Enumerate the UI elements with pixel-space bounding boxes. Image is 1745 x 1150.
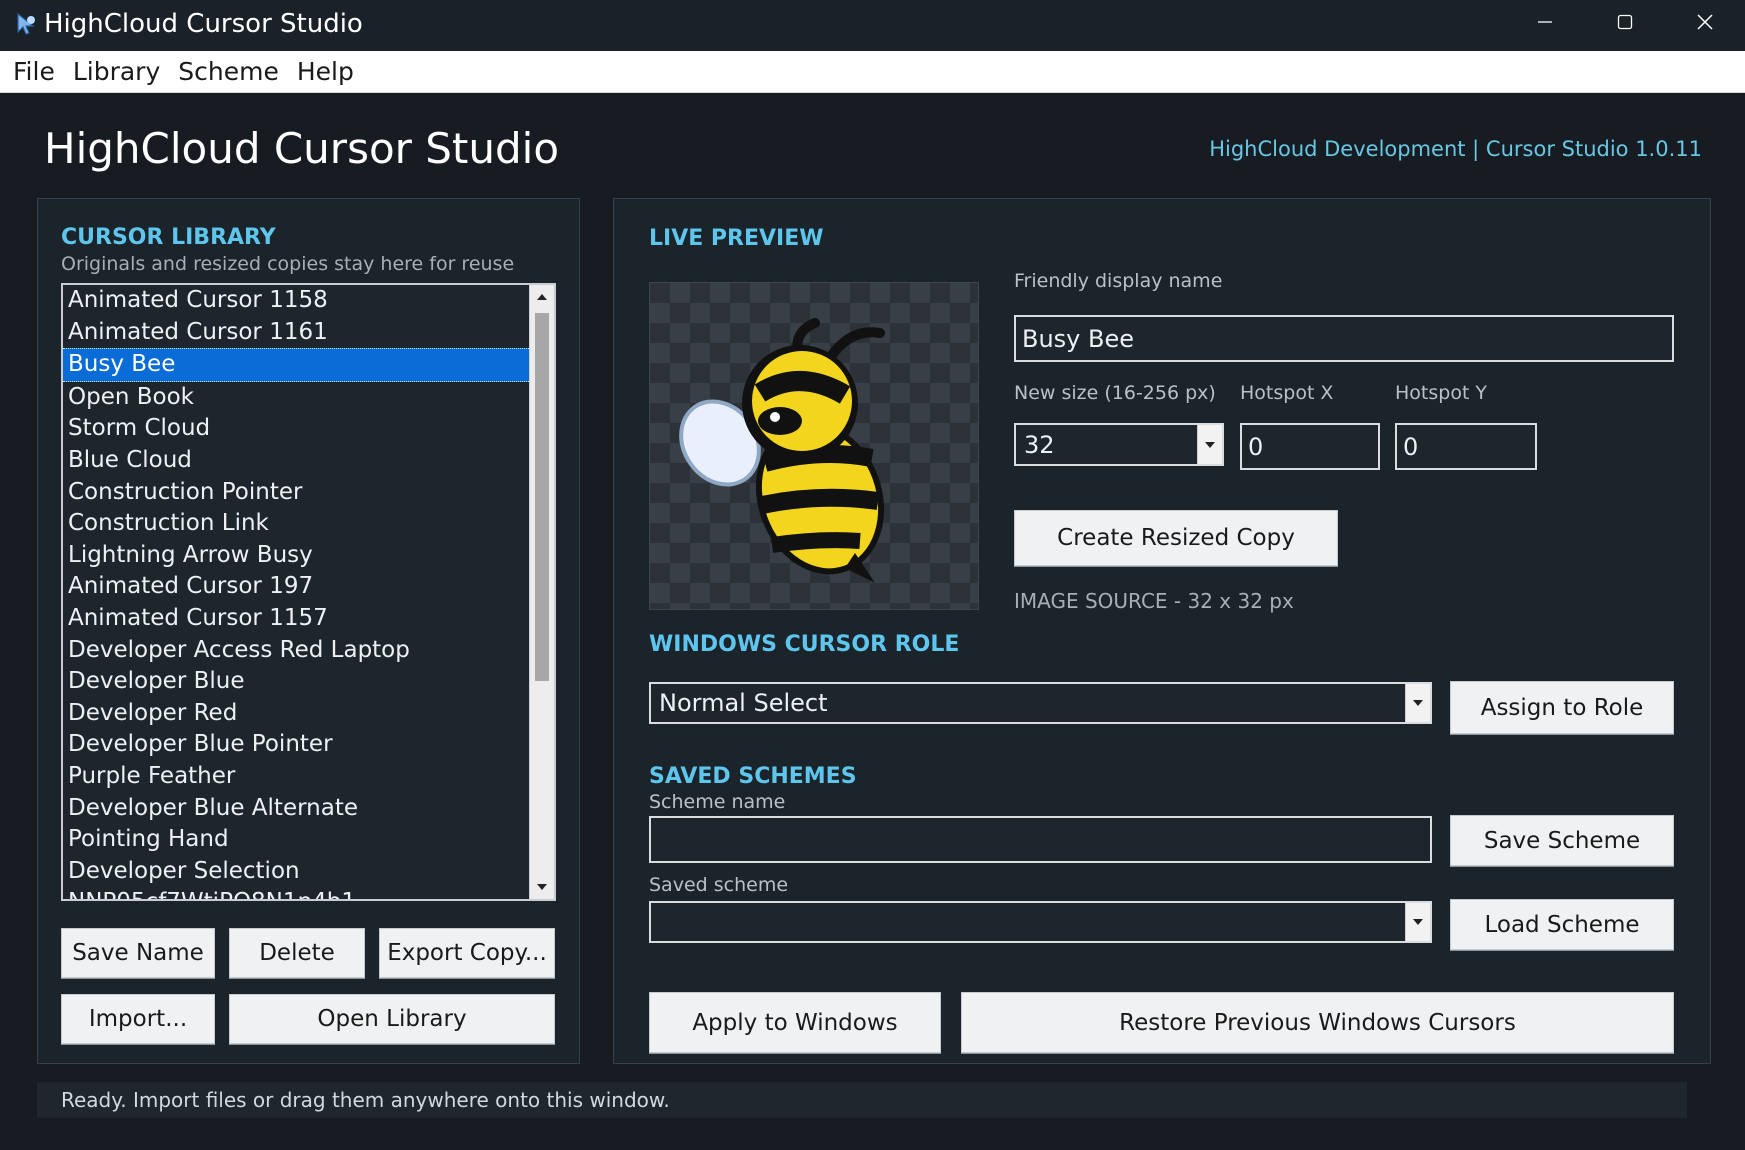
cursor-list[interactable]: Animated Cursor 1158 Animated Cursor 116… [61, 283, 556, 901]
status-bar: Ready. Import files or drag them anywher… [37, 1082, 1687, 1118]
restore-windows-cursors-button[interactable]: Restore Previous Windows Cursors [961, 992, 1674, 1053]
new-size-label: New size (16-256 px) [1014, 382, 1216, 404]
minimize-button[interactable] [1510, 0, 1580, 48]
list-item[interactable]: Developer Red [63, 698, 529, 730]
library-subtitle: Originals and resized copies stay here f… [61, 253, 515, 275]
list-item[interactable]: Developer Selection [63, 856, 529, 888]
chevron-down-icon[interactable] [1197, 425, 1222, 464]
save-scheme-button[interactable]: Save Scheme [1450, 815, 1674, 866]
list-item[interactable]: NNP05cf7WtiPO8N1p4b1 [63, 887, 529, 899]
hotspot-y-input[interactable]: 0 [1395, 423, 1537, 470]
title-bar: HighCloud Cursor Studio [0, 0, 1745, 51]
chevron-down-icon[interactable] [1405, 684, 1430, 722]
menu-file[interactable]: File [4, 52, 64, 92]
saved-scheme-combobox[interactable] [649, 901, 1432, 943]
maximize-icon [1617, 14, 1633, 34]
saved-scheme-label: Saved scheme [649, 874, 789, 896]
scroll-up-icon[interactable] [530, 287, 554, 307]
hotspot-y-label: Hotspot Y [1395, 382, 1488, 404]
list-item[interactable]: Blue Cloud [63, 445, 529, 477]
app-heading: HighCloud Cursor Studio [44, 124, 560, 173]
create-resized-copy-button[interactable]: Create Resized Copy [1014, 510, 1338, 566]
minimize-icon [1537, 14, 1553, 34]
list-item[interactable]: Construction Link [63, 508, 529, 540]
list-item[interactable]: Lightning Arrow Busy [63, 540, 529, 572]
scheme-name-label: Scheme name [649, 791, 786, 813]
busy-bee-cursor-image [679, 318, 885, 583]
list-item-selected[interactable]: Busy Bee [63, 348, 529, 382]
import-button[interactable]: Import... [61, 994, 215, 1044]
chevron-down-icon[interactable] [1405, 903, 1430, 941]
version-credit: HighCloud Development | Cursor Studio 1.… [1209, 137, 1702, 161]
menu-help[interactable]: Help [288, 52, 363, 92]
hotspot-x-label: Hotspot X [1240, 382, 1334, 404]
image-source-info: IMAGE SOURCE - 32 x 32 px [1014, 589, 1294, 613]
new-size-combobox[interactable]: 32 [1014, 423, 1224, 466]
list-item[interactable]: Open Book [63, 382, 529, 414]
menu-library[interactable]: Library [64, 52, 169, 92]
list-item[interactable]: Developer Access Red Laptop [63, 635, 529, 667]
list-item[interactable]: Developer Blue Pointer [63, 729, 529, 761]
list-item[interactable]: Purple Feather [63, 761, 529, 793]
live-preview-title: LIVE PREVIEW [649, 226, 824, 251]
scrollbar-thumb[interactable] [535, 313, 549, 681]
load-scheme-button[interactable]: Load Scheme [1450, 899, 1674, 950]
app-icon [14, 12, 38, 36]
menu-bar: File Library Scheme Help [0, 51, 1745, 93]
list-item[interactable]: Animated Cursor 197 [63, 571, 529, 603]
close-icon [1696, 13, 1714, 35]
export-copy-button[interactable]: Export Copy... [379, 928, 555, 978]
list-item[interactable]: Animated Cursor 1161 [63, 317, 529, 349]
cursor-role-value: Normal Select [659, 689, 828, 717]
scheme-name-input[interactable] [649, 816, 1432, 863]
saved-schemes-title: SAVED SCHEMES [649, 764, 857, 789]
close-button[interactable] [1670, 0, 1740, 48]
list-scrollbar[interactable] [529, 285, 554, 899]
hotspot-x-input[interactable]: 0 [1240, 423, 1380, 470]
display-name-label: Friendly display name [1014, 270, 1223, 292]
list-item[interactable]: Storm Cloud [63, 413, 529, 445]
cursor-preview-canvas [649, 282, 979, 610]
delete-button[interactable]: Delete [229, 928, 365, 978]
open-library-button[interactable]: Open Library [229, 994, 555, 1044]
new-size-value: 32 [1024, 430, 1055, 459]
list-item[interactable]: Animated Cursor 1157 [63, 603, 529, 635]
list-item[interactable]: Animated Cursor 1158 [63, 285, 529, 317]
cursor-role-title: WINDOWS CURSOR ROLE [649, 632, 960, 657]
library-title: CURSOR LIBRARY [61, 225, 276, 250]
maximize-button[interactable] [1590, 0, 1660, 48]
list-item[interactable]: Construction Pointer [63, 477, 529, 509]
menu-scheme[interactable]: Scheme [169, 52, 288, 92]
apply-to-windows-button[interactable]: Apply to Windows [649, 992, 941, 1053]
list-item[interactable]: Pointing Hand [63, 824, 529, 856]
window-title: HighCloud Cursor Studio [44, 9, 363, 39]
scroll-down-icon[interactable] [530, 877, 554, 897]
cursor-role-combobox[interactable]: Normal Select [649, 682, 1432, 724]
display-name-input[interactable]: Busy Bee [1014, 315, 1674, 362]
list-item[interactable]: Developer Blue Alternate [63, 793, 529, 825]
assign-to-role-button[interactable]: Assign to Role [1450, 681, 1674, 734]
list-item[interactable]: Developer Blue [63, 666, 529, 698]
save-name-button[interactable]: Save Name [61, 928, 215, 978]
